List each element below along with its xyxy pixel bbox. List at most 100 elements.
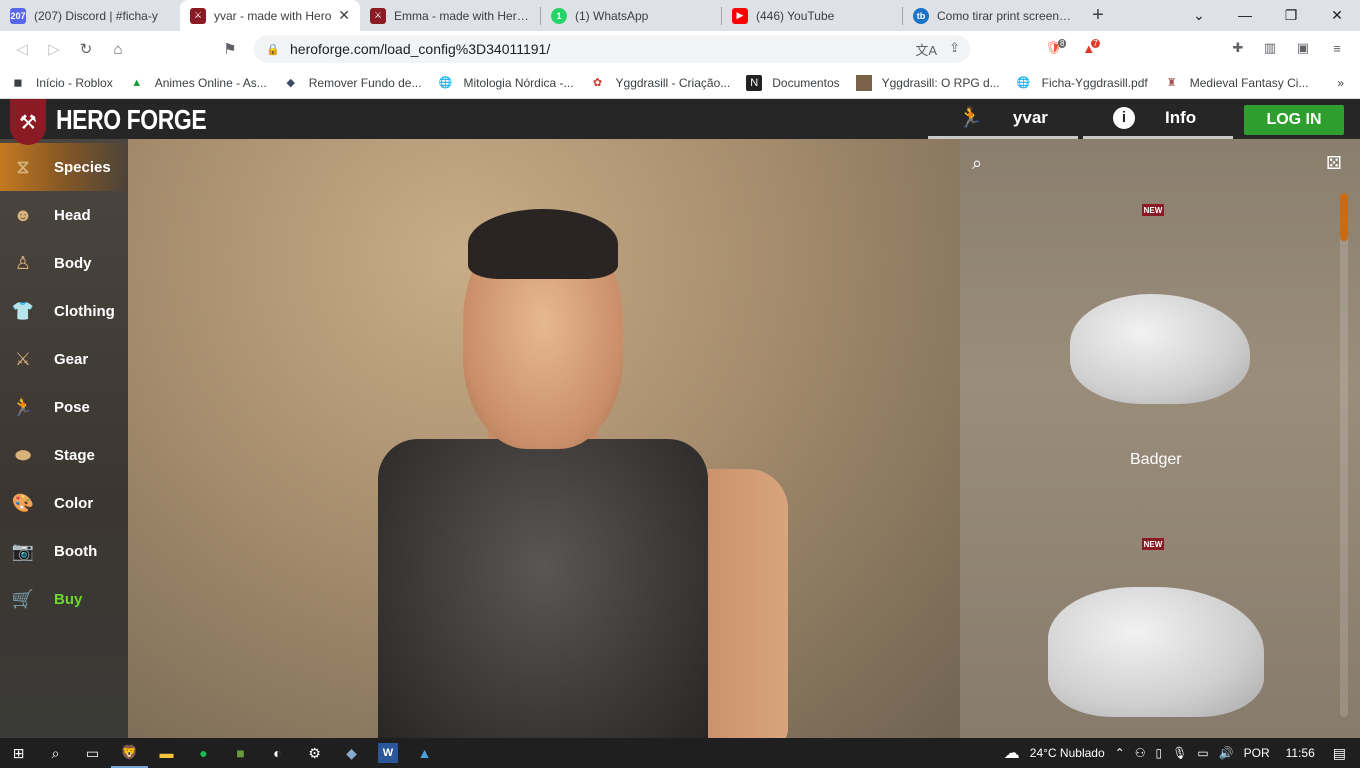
tab-search-button[interactable]: ⌄ [1176,0,1222,30]
translate-icon[interactable]: 文A [915,40,937,59]
character-icon: 🏃 [958,107,983,129]
microphone-icon[interactable]: 🎙 [1172,746,1187,760]
bookmarks-more-button[interactable]: » [1337,76,1344,90]
tab-print-screen[interactable]: tb Como tirar print screen no [903,0,1083,31]
sidebar-item-head[interactable]: ☻ Head [0,191,128,239]
brave-taskbar-icon[interactable]: 🦁 [111,738,148,768]
sidebar-item-label: Body [54,254,92,272]
scrollbar-thumb[interactable] [1340,193,1348,241]
species-scrollbar[interactable] [1340,193,1348,717]
address-bar[interactable]: 🔒 heroforge.com/load_config%3D34011191/ … [254,35,970,63]
wallet-icon[interactable]: ▣ [1292,37,1314,59]
close-tab-icon[interactable]: ✕ [338,7,350,24]
tab-title: Emma - made with Hero Fo [394,8,530,23]
bookmark-item[interactable]: ✿ Yggdrasill - Criação... [590,75,730,91]
bookmark-page-button[interactable]: ⚑ [214,33,246,65]
bookmark-item[interactable]: 🌐 Mitologia Nórdica -... [437,75,574,91]
brave-count-badge: 8 [1058,38,1067,48]
sidebar-item-buy[interactable]: 🛒 Buy [0,575,128,623]
login-button[interactable]: LOG IN [1244,105,1344,135]
character-name: yvar [1012,107,1048,127]
brave-shields-icon[interactable]: 🛡 8 [1045,37,1067,59]
notifications-icon[interactable]: ▤ [1333,745,1346,762]
sidebar-item-color[interactable]: 🎨 Color [0,479,128,527]
sidebar-icon[interactable]: ▥ [1259,37,1281,59]
heroforge-page: ⚒ HERO FORGE 🏃 yvar i Info LOG IN ⧖ Speci… [0,99,1360,738]
sidebar-item-label: Color [54,494,94,512]
character-vest [378,439,708,738]
back-button[interactable]: ◁ [6,33,38,65]
sidebar-item-species[interactable]: ⧖ Species [0,143,128,191]
bear-miniature[interactable] [1048,587,1264,717]
tab-whatsapp[interactable]: 1 (1) WhatsApp [541,0,721,31]
clock[interactable]: 11:56 [1286,746,1315,760]
app-icon[interactable]: ◆ [333,738,370,768]
home-button[interactable]: ⌂ [102,33,134,65]
share-icon[interactable]: ⇪ [949,40,960,59]
brave-rewards-icon[interactable]: ▲ 7 [1080,37,1102,59]
sidebar-item-label: Head [54,206,91,224]
badger-miniature[interactable] [1070,294,1250,404]
steam-icon[interactable]: ⚙ [296,738,333,768]
word-icon[interactable]: W [378,743,398,763]
bookmark-item[interactable]: Yggdrasill: O RPG d... [855,74,1000,91]
bookmark-item[interactable]: ◆ Remover Fundo de... [283,75,422,91]
heroforge-header: ⚒ HERO FORGE 🏃 yvar i Info LOG IN [0,99,1360,145]
network-icon[interactable]: ▯ [1155,746,1162,760]
tab-yvar[interactable]: ⚔ yvar - made with Hero ✕ [180,0,360,31]
sidebar-item-stage[interactable]: ⬬ Stage [0,431,128,479]
file-explorer-icon[interactable]: ▬ [148,738,185,768]
bookmark-label: Documentos [772,75,840,90]
bookmark-item[interactable]: ◼ Início - Roblox [10,75,113,91]
3d-viewport[interactable] [128,139,960,738]
sidebar-item-body[interactable]: ♙ Body [0,239,128,287]
info-tab[interactable]: i Info [1083,99,1233,139]
weather-icon[interactable]: ☁ [1004,743,1020,763]
people-icon[interactable]: ⚇ [1135,746,1146,760]
photos-icon[interactable]: ▲ [406,738,443,768]
sidebar-item-pose[interactable]: 🏃 Pose [0,383,128,431]
chevron-up-icon[interactable]: ⌃ [1115,746,1125,760]
windows-taskbar: ⊞ ⌕ ▭ 🦁 ▬ ● ■ ◐ ⚙ ◆ W ▲ ☁ 24°C Nublado ⌃… [0,738,1360,768]
heroforge-logo[interactable]: ⚒ [10,99,46,145]
network-icon[interactable]: ▭ [1197,746,1208,760]
start-icon[interactable]: ⊞ [0,738,37,768]
search-icon[interactable]: ⌕ [37,738,74,768]
tab-discord[interactable]: 207 (207) Discord | #ficha-y [0,0,180,31]
weather-text[interactable]: 24°C Nublado [1030,746,1105,760]
dna-icon: ⧖ [16,156,30,177]
forward-button[interactable]: ▷ [38,33,70,65]
maximize-button[interactable]: ❐ [1268,0,1314,30]
badger-label[interactable]: Badger [1130,451,1182,469]
bookmark-item[interactable]: ▲ Animes Online - As... [129,75,267,91]
reload-button[interactable]: ↻ [70,33,102,65]
close-window-button[interactable]: ✕ [1314,0,1360,30]
sidebar-item-clothing[interactable]: 👕 Clothing [0,287,128,335]
minimize-button[interactable]: — [1222,0,1268,30]
tab-emma[interactable]: ⚔ Emma - made with Hero Fo [360,0,540,31]
language-indicator[interactable]: POR [1244,746,1270,760]
browser-toolbar: ◁ ▷ ↻ ⌂ ⚑ 🔒 heroforge.com/load_config%3D… [0,31,1360,67]
pose-icon: 🏃 [11,396,35,417]
bookmark-label: Início - Roblox [36,75,113,90]
bookmark-label: Ficha-Yggdrasill.pdf [1041,75,1148,90]
menu-icon[interactable]: ≡ [1326,37,1348,59]
task-view-icon[interactable]: ▭ [74,738,111,768]
sidebar-item-booth[interactable]: 📷 Booth [0,527,128,575]
random-dice-icon[interactable]: ⚄ [1326,153,1342,174]
character-tab[interactable]: 🏃 yvar [928,99,1078,139]
volume-icon[interactable]: 🔊 [1219,746,1234,760]
heroforge-icon: ⚔ [370,7,386,24]
bookmark-item[interactable]: ♜ Medieval Fantasy Ci... [1164,75,1309,91]
overwatch-icon[interactable]: ◐ [259,738,296,768]
extensions-icon[interactable]: ✚ [1227,37,1249,59]
search-icon[interactable]: ⌕ [972,153,982,174]
sidebar-item-gear[interactable]: ⚔ Gear [0,335,128,383]
bookmark-item[interactable]: 🌐 Ficha-Yggdrasill.pdf [1016,75,1148,91]
bookmark-label: Animes Online - As... [154,75,267,90]
spotify-icon[interactable]: ● [185,738,222,768]
bookmark-item[interactable]: N Documentos [746,74,840,91]
tab-youtube[interactable]: ▶ (446) YouTube [722,0,902,31]
new-tab-button[interactable]: + [1083,0,1113,31]
minecraft-icon[interactable]: ■ [222,738,259,768]
